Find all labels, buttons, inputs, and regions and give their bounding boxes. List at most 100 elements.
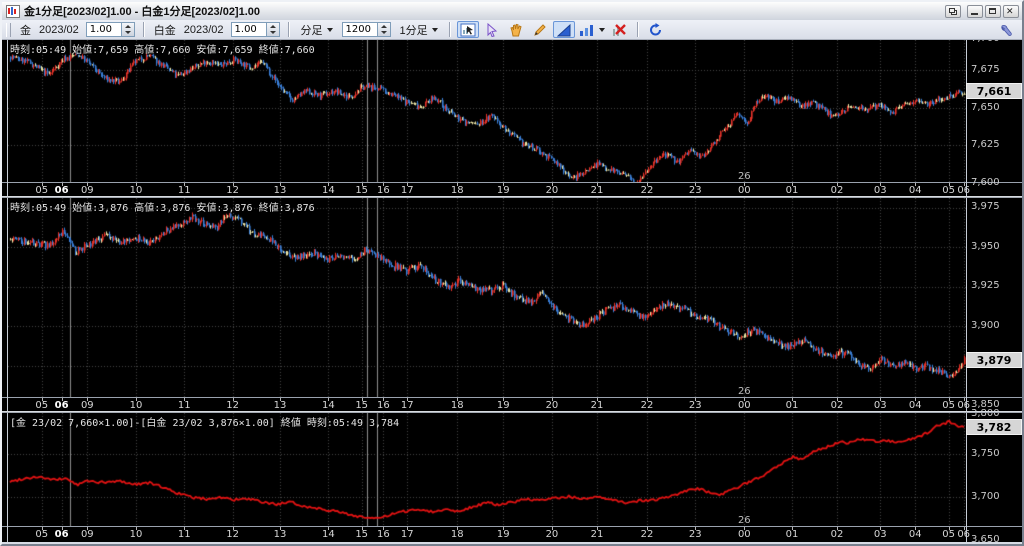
hour-label: 05 — [35, 185, 49, 196]
trend-tool-icon — [556, 23, 571, 36]
hour-label: 05 — [35, 529, 49, 540]
close-button[interactable]: ✕ — [1003, 4, 1019, 18]
toolbar-separator — [448, 22, 451, 37]
toolbar-separator — [142, 22, 145, 37]
hour-label: 18 — [450, 529, 464, 540]
panel-divider — [2, 411, 1022, 413]
hour-label: 02 — [830, 185, 844, 196]
hour-label: 02 — [830, 529, 844, 540]
minimize-button[interactable] — [967, 4, 983, 18]
refresh-button[interactable] — [645, 21, 667, 38]
platinum-time-axis: 05 06 09 10 11 12 13 14 15 16 17 18 19 20 21 22 23 00 01 02… — [2, 397, 1022, 411]
price-axis-label: 3,900 — [971, 320, 1000, 331]
gold-chart-panel: 時刻:05:49 始値:7,659 高値:7,660 安値:7,659 終値:7… — [8, 40, 966, 182]
bars-count-value[interactable]: 1200 — [343, 23, 377, 36]
select-arrow-button[interactable] — [481, 21, 503, 38]
timeframe-dropdown-label: 1分足 — [399, 24, 428, 37]
price-axis-label: 3,975 — [971, 201, 1000, 212]
hour-label: 01 — [785, 400, 799, 411]
hour-label: 22 — [640, 400, 654, 411]
platinum-candlestick-canvas[interactable] — [8, 198, 966, 397]
hour-label: 21 — [590, 400, 604, 411]
trend-tool-button[interactable] — [552, 21, 575, 38]
hour-label: 06 — [957, 400, 971, 411]
chart-content-area: 時刻:05:49 始値:7,659 高値:7,660 安値:7,659 終値:7… — [2, 40, 1022, 542]
hour-label: 05 — [942, 185, 956, 196]
hour-label: 15 — [355, 400, 369, 411]
platinum-current-price-badge: 3,879 — [966, 352, 1022, 368]
spread-current-price-badge: 3,782 — [966, 419, 1022, 435]
date-label: 26 — [737, 171, 751, 182]
gold-candlestick-canvas[interactable] — [8, 40, 966, 182]
hour-label: 09 — [80, 400, 94, 411]
hour-label: 06 — [54, 529, 69, 540]
hour-label: 13 — [273, 529, 287, 540]
hour-label: 05 — [942, 400, 956, 411]
gold-ratio-value[interactable]: 1.00 — [87, 23, 121, 36]
hour-label: 17 — [400, 185, 414, 196]
hour-label: 02 — [830, 400, 844, 411]
hour-label: 03 — [873, 529, 887, 540]
price-axis-label: 3,700 — [971, 491, 1000, 502]
plot-left-border — [7, 40, 8, 542]
hour-label: 15 — [355, 529, 369, 540]
date-label: 26 — [737, 515, 751, 526]
gold-ratio-down-button[interactable] — [122, 30, 134, 37]
chart-cursor-button[interactable] — [456, 21, 479, 38]
hour-label: 16 — [376, 185, 390, 196]
hour-label: 23 — [688, 529, 702, 540]
price-axis-label: 3,950 — [971, 241, 1000, 252]
platinum-ratio-spinner[interactable]: 1.00 — [230, 22, 280, 37]
hour-label: 22 — [640, 185, 654, 196]
hour-label: 13 — [273, 400, 287, 411]
hour-label: 12 — [226, 185, 240, 196]
hour-label: 11 — [177, 400, 191, 411]
pan-hand-button[interactable] — [505, 21, 527, 38]
toolbar-grip[interactable] — [6, 22, 11, 37]
hour-label: 10 — [129, 529, 143, 540]
chart-app-window: 金1分足[2023/02]1.00 - 白金1分足[2023/02]1.00 ✕… — [0, 0, 1024, 546]
hour-label: 06 — [957, 529, 971, 540]
hour-label: 09 — [80, 529, 94, 540]
draw-pencil-button[interactable] — [529, 21, 551, 38]
hour-label: 10 — [129, 400, 143, 411]
price-axis-label: 7,700 — [971, 40, 1000, 45]
hour-label: 09 — [80, 185, 94, 196]
interval-dropdown-label: 分足 — [300, 24, 323, 37]
title-bar[interactable]: 金1分足[2023/02]1.00 - 白金1分足[2023/02]1.00 ✕ — [2, 2, 1022, 20]
bars-count-spinner[interactable]: 1200 — [341, 22, 391, 37]
hour-label: 12 — [226, 529, 240, 540]
timeframe-dropdown[interactable]: 1分足 — [397, 21, 441, 39]
hour-label: 22 — [640, 529, 654, 540]
hour-label: 04 — [908, 185, 922, 196]
chevron-down-icon — [326, 27, 333, 32]
gold-label: 金 — [20, 24, 31, 37]
platinum-ratio-down-button[interactable] — [267, 30, 279, 37]
window-title: 金1分足[2023/02]1.00 - 白金1分足[2023/02]1.00 — [24, 6, 261, 18]
toolbar-separator — [636, 22, 639, 37]
maximize-button[interactable] — [985, 4, 1001, 18]
draw-pencil-icon — [533, 23, 546, 36]
select-arrow-icon — [487, 22, 497, 37]
chart-type-button[interactable] — [577, 21, 607, 38]
gold-ratio-spinner[interactable]: 1.00 — [85, 22, 135, 37]
spread-time-axis: 05 06 09 10 11 12 13 14 15 16 17 18 19 20 21 22 23 00 01 02… — [2, 526, 1022, 540]
settings-wrench-icon — [1001, 24, 1012, 36]
bars-count-down-button[interactable] — [378, 30, 390, 37]
price-axis-label: 3,925 — [971, 280, 1000, 291]
delete-drawing-button[interactable] — [609, 21, 631, 38]
gold-ohlc-info: 時刻:05:49 始値:7,659 高値:7,660 安値:7,659 終値:7… — [10, 45, 315, 56]
hour-label: 05 — [35, 400, 49, 411]
restore-group-button[interactable] — [945, 4, 961, 18]
refresh-icon — [650, 22, 662, 35]
hour-label: 01 — [785, 185, 799, 196]
platinum-ratio-value[interactable]: 1.00 — [232, 23, 266, 36]
toolbar-separator — [287, 22, 290, 37]
toolbar: 金 2023/02 1.00 白金 2023/02 1.00 分足 1200 1… — [2, 20, 1022, 40]
spread-line-canvas[interactable] — [8, 413, 966, 526]
chart-settings-button[interactable] — [995, 22, 1017, 39]
interval-dropdown[interactable]: 分足 — [298, 21, 336, 39]
hour-label: 14 — [321, 185, 335, 196]
platinum-label: 白金 — [153, 24, 176, 37]
hour-label: 06 — [54, 400, 69, 411]
